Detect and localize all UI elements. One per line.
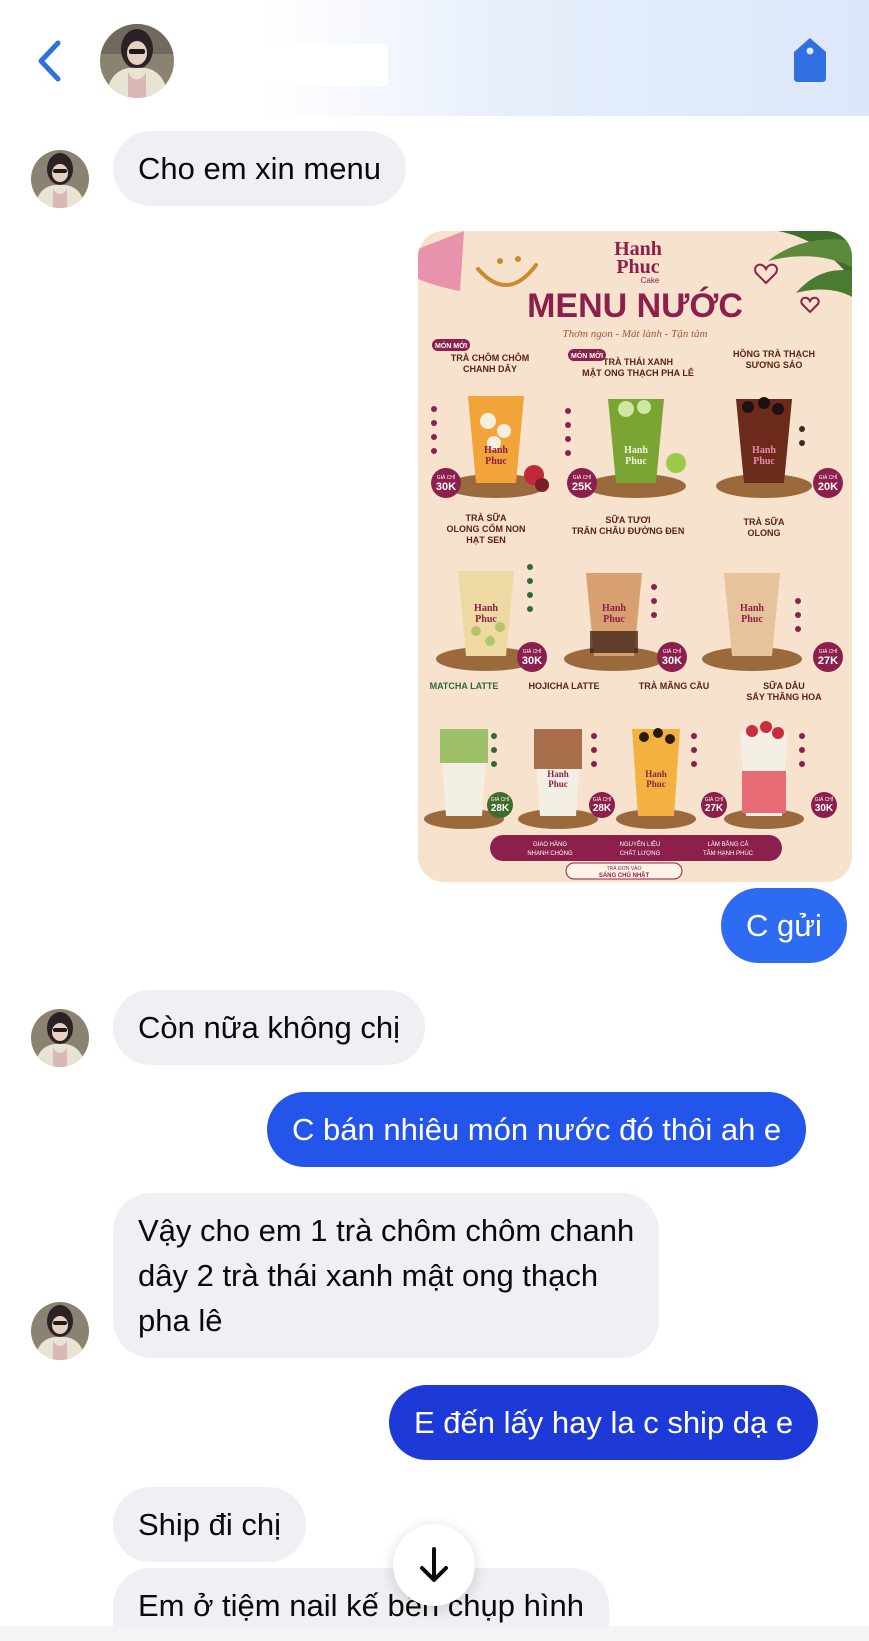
- svg-text:30K: 30K: [522, 655, 542, 667]
- sender-avatar[interactable]: [31, 1009, 89, 1067]
- sender-avatar[interactable]: [31, 1302, 89, 1360]
- outgoing-message[interactable]: C bán nhiêu món nước đó thôi ah e: [267, 1092, 807, 1167]
- svg-text:TRÀ CHÔM CHÔM: TRÀ CHÔM CHÔM: [451, 352, 530, 363]
- brand-line-3: Cake: [641, 276, 660, 285]
- bottom-bar: [0, 1626, 869, 1641]
- svg-text:30K: 30K: [436, 481, 456, 493]
- svg-text:GIÁ CHỈ: GIÁ CHỈ: [523, 648, 542, 655]
- svg-text:GIÁ CHỈ: GIÁ CHỈ: [815, 796, 834, 803]
- chevron-left-icon[interactable]: [34, 38, 66, 84]
- svg-text:GIÁ CHỈ: GIÁ CHỈ: [593, 796, 612, 803]
- menu-image-message[interactable]: Hanh Phuc Cake MENU NƯỚC Thơm ngon - Mát…: [418, 231, 852, 882]
- menu-image: Hanh Phuc Cake MENU NƯỚC Thơm ngon - Mát…: [418, 231, 852, 882]
- svg-text:TRÀ SỮA: TRÀ SỮA: [466, 513, 507, 523]
- svg-text:Hanh: Hanh: [484, 445, 508, 456]
- menu-title: MENU NƯỚC: [527, 287, 743, 325]
- svg-text:Phuc: Phuc: [646, 779, 666, 789]
- contact-name[interactable]: [268, 44, 388, 86]
- svg-text:GIÁ CHỈ: GIÁ CHỈ: [573, 474, 592, 481]
- incoming-message-multiline[interactable]: Vậy cho em 1 trà chôm chôm chanh dây 2 t…: [113, 1193, 660, 1358]
- svg-text:25K: 25K: [572, 481, 592, 493]
- menu-tagline: Thơm ngon - Mát lành - Tận tâm: [563, 328, 708, 340]
- svg-text:28K: 28K: [491, 803, 510, 814]
- tag-icon[interactable]: [790, 36, 830, 84]
- chat-header: [0, 0, 869, 116]
- svg-text:SƯƠNG SÁO: SƯƠNG SÁO: [746, 360, 803, 370]
- svg-text:TRÂN CHÂU ĐƯỜNG ĐEN: TRÂN CHÂU ĐƯỜNG ĐEN: [572, 525, 685, 536]
- svg-text:TRÀ ĐƠN VÀO: TRÀ ĐƠN VÀO: [607, 865, 642, 872]
- svg-text:GIÁ CHỈ: GIÁ CHỈ: [437, 474, 456, 481]
- svg-text:NGUYÊN LIỆU: NGUYÊN LIỆU: [620, 840, 661, 848]
- svg-text:TRÀ THÁI XANH: TRÀ THÁI XANH: [603, 357, 673, 367]
- svg-text:Phuc: Phuc: [753, 456, 775, 467]
- svg-text:CHANH DÂY: CHANH DÂY: [463, 363, 517, 374]
- message-line: pha lê: [138, 1303, 223, 1338]
- incoming-message[interactable]: Ship đi chị: [113, 1487, 307, 1562]
- svg-text:27K: 27K: [818, 655, 838, 667]
- svg-text:MATCHA LATTE: MATCHA LATTE: [430, 681, 499, 691]
- svg-text:SỮA TƯƠI: SỮA TƯƠI: [605, 515, 650, 525]
- outgoing-message[interactable]: E đến lấy hay la c ship dạ e: [389, 1385, 819, 1460]
- svg-text:Hanh: Hanh: [752, 445, 776, 456]
- outgoing-message[interactable]: C gửi: [721, 888, 847, 963]
- message-line: dây 2 trà thái xanh mật ong thạch: [138, 1258, 599, 1293]
- svg-text:30K: 30K: [815, 803, 834, 814]
- scroll-down-button[interactable]: [393, 1524, 475, 1606]
- svg-text:HOJICHA LATTE: HOJICHA LATTE: [529, 681, 600, 691]
- svg-text:HỒNG TRÀ THẠCH: HỒNG TRÀ THẠCH: [733, 348, 815, 359]
- brand-line-2: Phuc: [616, 256, 659, 278]
- svg-text:20K: 20K: [818, 481, 838, 493]
- incoming-message[interactable]: Cho em xin menu: [113, 131, 406, 206]
- svg-text:GIÁ CHỈ: GIÁ CHỈ: [663, 648, 682, 655]
- sender-avatar[interactable]: [31, 150, 89, 208]
- svg-text:Hanh: Hanh: [645, 769, 667, 779]
- svg-text:Hanh: Hanh: [740, 603, 764, 614]
- svg-text:GIÁ CHỈ: GIÁ CHỈ: [705, 796, 724, 803]
- message-line: Vậy cho em 1 trà chôm chôm chanh: [138, 1213, 635, 1248]
- incoming-message[interactable]: Còn nữa không chị: [113, 990, 426, 1065]
- svg-text:Phuc: Phuc: [741, 614, 763, 625]
- svg-text:CHẤT LƯỢNG: CHẤT LƯỢNG: [620, 850, 661, 857]
- svg-text:MÓN MỚI: MÓN MỚI: [571, 351, 603, 360]
- incoming-message[interactable]: Em ở tiệm nail kế bên chụp hình: [113, 1568, 609, 1626]
- svg-text:MÓN MỚI: MÓN MỚI: [435, 341, 467, 350]
- svg-text:NHANH CHÓNG: NHANH CHÓNG: [527, 850, 573, 857]
- svg-text:Hanh: Hanh: [474, 603, 498, 614]
- svg-text:MẬT ONG THẠCH PHA LÊ: MẬT ONG THẠCH PHA LÊ: [582, 367, 694, 378]
- svg-text:GIÁ CHỈ: GIÁ CHỈ: [491, 796, 510, 803]
- svg-text:SẤY THĂNG HOA: SẤY THĂNG HOA: [746, 692, 822, 702]
- svg-text:GIAO HÀNG: GIAO HÀNG: [533, 841, 567, 848]
- svg-text:Hanh: Hanh: [602, 603, 626, 614]
- svg-text:TRÀ MÃNG CẦU: TRÀ MÃNG CẦU: [639, 681, 710, 691]
- svg-text:Phuc: Phuc: [603, 614, 625, 625]
- svg-text:OLONG CỐM NON: OLONG CỐM NON: [447, 523, 526, 534]
- svg-text:HẠT SEN: HẠT SEN: [466, 535, 506, 545]
- svg-text:LÀM BẰNG CẢ: LÀM BẰNG CẢ: [707, 840, 748, 848]
- svg-text:28K: 28K: [593, 803, 612, 814]
- svg-text:Phuc: Phuc: [548, 779, 568, 789]
- contact-avatar[interactable]: [100, 24, 174, 98]
- arrow-down-icon: [420, 1547, 448, 1582]
- svg-text:TRÀ SỮA: TRÀ SỮA: [744, 517, 785, 527]
- svg-text:SỮA DÂU: SỮA DÂU: [763, 680, 805, 691]
- svg-text:OLONG: OLONG: [748, 528, 781, 538]
- svg-text:Phuc: Phuc: [625, 456, 647, 467]
- svg-text:Phuc: Phuc: [475, 614, 497, 625]
- svg-text:SÁNG CHỦ NHẬT: SÁNG CHỦ NHẬT: [599, 872, 650, 879]
- svg-text:GIÁ CHỈ: GIÁ CHỈ: [819, 474, 838, 481]
- svg-text:TÂM HẠNH PHÚC: TÂM HẠNH PHÚC: [703, 850, 754, 857]
- svg-text:GIÁ CHỈ: GIÁ CHỈ: [819, 648, 838, 655]
- svg-text:Hanh: Hanh: [547, 769, 569, 779]
- svg-text:30K: 30K: [662, 655, 682, 667]
- svg-text:27K: 27K: [705, 803, 724, 814]
- svg-text:Phuc: Phuc: [485, 456, 507, 467]
- svg-text:Hanh: Hanh: [624, 445, 648, 456]
